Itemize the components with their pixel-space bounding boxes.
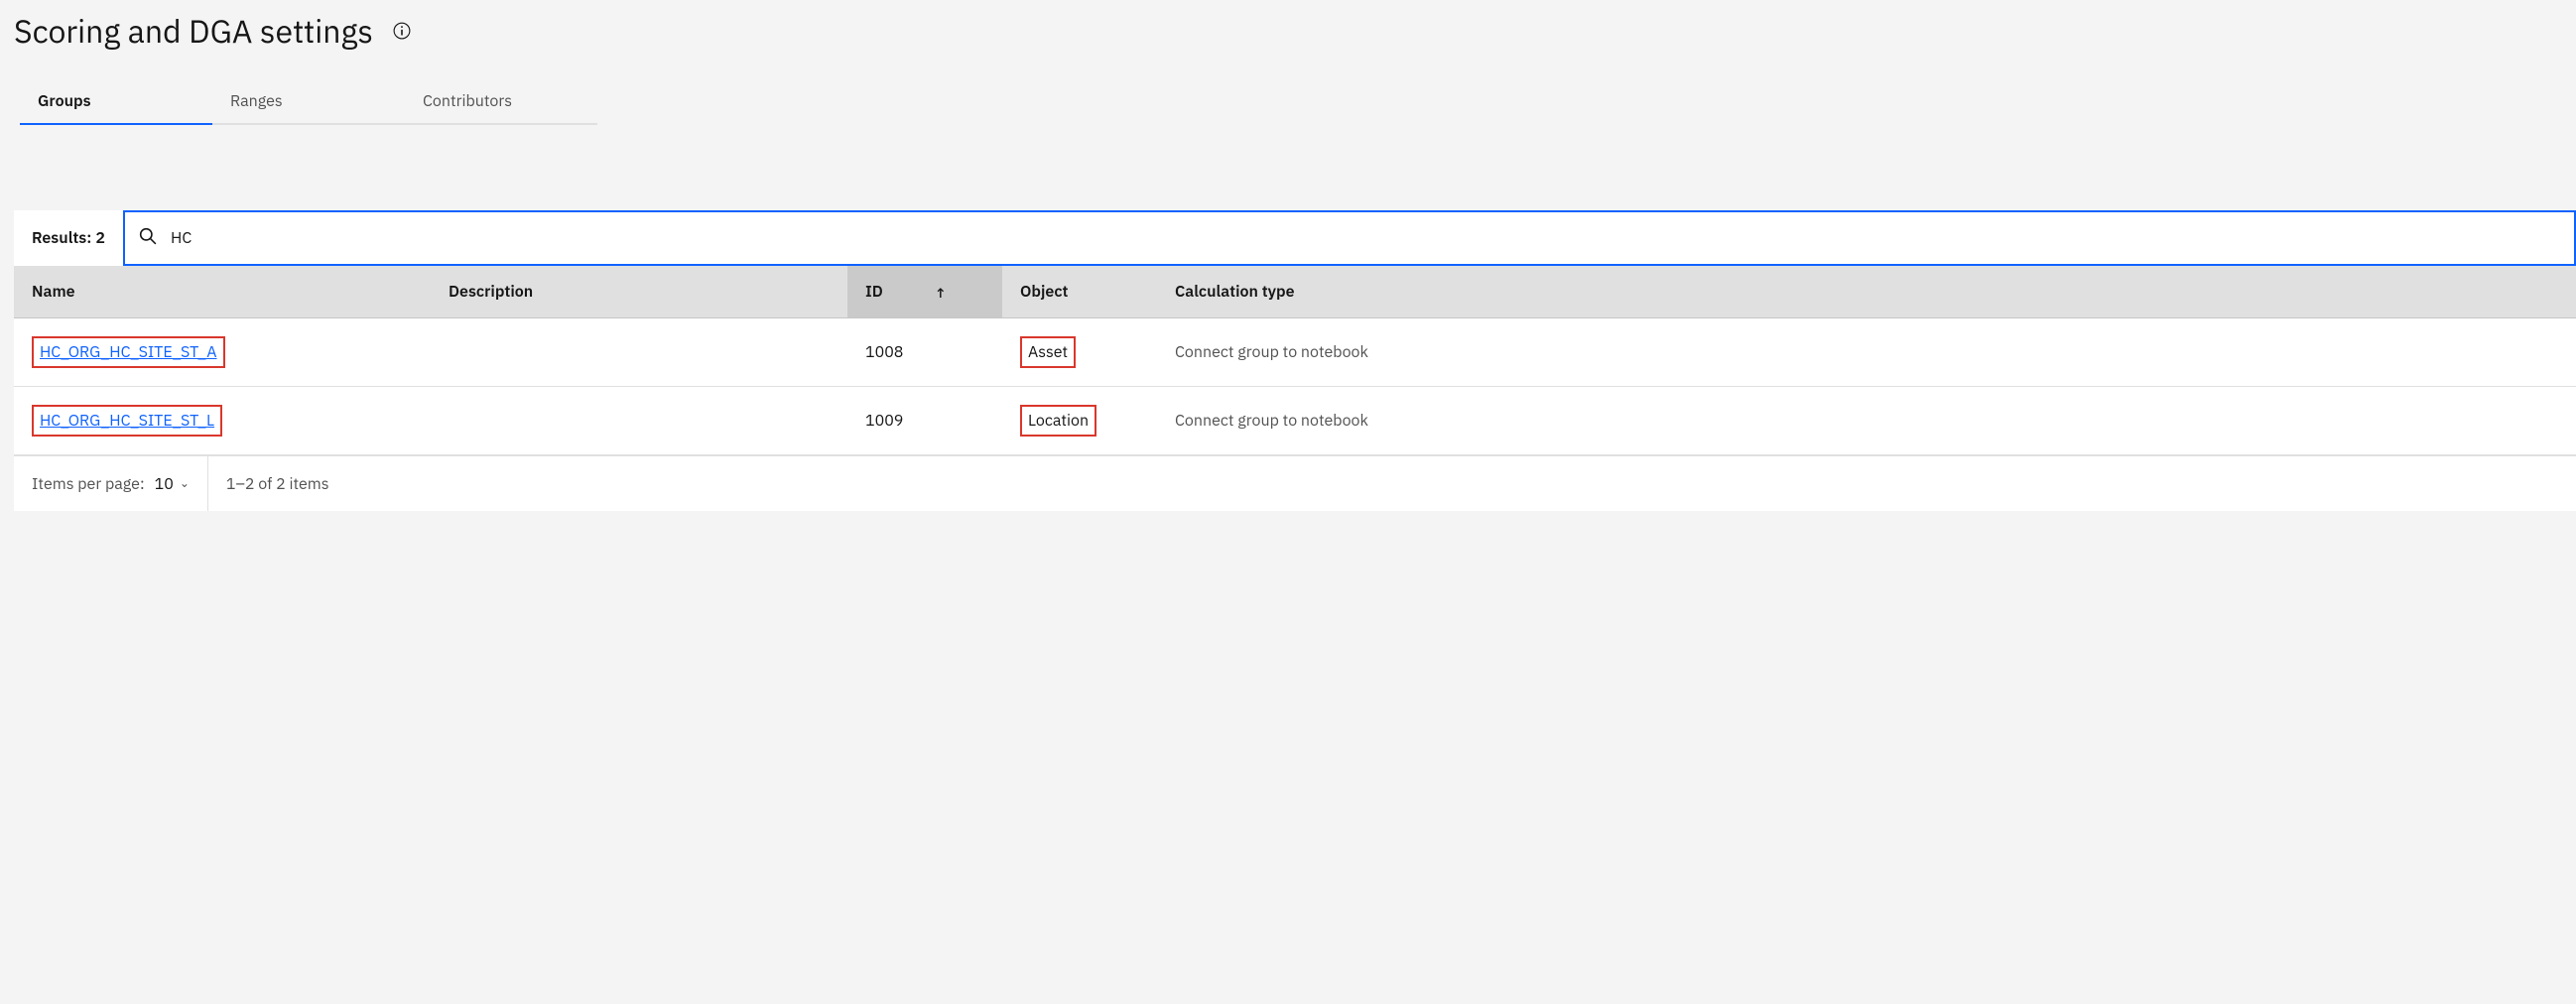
cell-id: 1009 bbox=[847, 387, 1002, 455]
page-title: Scoring and DGA settings bbox=[14, 10, 373, 52]
items-per-page-label: Items per page: bbox=[32, 474, 145, 494]
col-header-description[interactable]: Description bbox=[431, 266, 847, 318]
items-per-page-select[interactable]: 10 ⌄ bbox=[155, 474, 190, 494]
col-header-calc[interactable]: Calculation type bbox=[1157, 266, 2576, 318]
tab-ranges[interactable]: Ranges bbox=[212, 79, 405, 125]
cell-id: 1008 bbox=[847, 318, 1002, 387]
items-per-page-value: 10 bbox=[155, 474, 174, 494]
col-header-name[interactable]: Name bbox=[14, 266, 431, 318]
group-link[interactable]: HC_ORG_HC_SITE_ST_A bbox=[40, 342, 217, 362]
highlight-box: HC_ORG_HC_SITE_ST_L bbox=[32, 405, 222, 437]
col-header-id[interactable]: ID ↑ bbox=[847, 266, 1002, 318]
pagination: Items per page: 10 ⌄ 1–2 of 2 items bbox=[14, 455, 2576, 511]
groups-table: Name Description ID ↑ Object Calculation… bbox=[14, 266, 2576, 455]
cell-description bbox=[431, 318, 847, 387]
highlight-box: Asset bbox=[1020, 336, 1076, 368]
cell-object: Location bbox=[1002, 387, 1157, 455]
cell-calc: Connect group to notebook bbox=[1157, 318, 2576, 387]
results-count: Results: 2 bbox=[14, 210, 123, 266]
search-input[interactable] bbox=[171, 228, 2560, 248]
group-link[interactable]: HC_ORG_HC_SITE_ST_L bbox=[40, 411, 214, 431]
tabs: Groups Ranges Contributors bbox=[20, 79, 2576, 125]
table-row: HC_ORG_HC_SITE_ST_L 1009 Location Connec… bbox=[14, 387, 2576, 455]
search-icon bbox=[139, 227, 157, 249]
cell-object: Asset bbox=[1002, 318, 1157, 387]
chevron-down-icon: ⌄ bbox=[180, 476, 190, 491]
results-value: 2 bbox=[95, 228, 105, 248]
cell-description bbox=[431, 387, 847, 455]
table-row: HC_ORG_HC_SITE_ST_A 1008 Asset Connect g… bbox=[14, 318, 2576, 387]
info-icon[interactable] bbox=[393, 22, 411, 40]
tab-contributors[interactable]: Contributors bbox=[405, 79, 597, 125]
pagination-range: 1–2 of 2 items bbox=[208, 474, 347, 494]
tab-groups[interactable]: Groups bbox=[20, 79, 212, 125]
results-label: Results: bbox=[32, 228, 91, 248]
sort-ascending-icon: ↑ bbox=[935, 284, 947, 302]
highlight-box: Location bbox=[1020, 405, 1096, 437]
search-box[interactable] bbox=[123, 210, 2576, 266]
highlight-box: HC_ORG_HC_SITE_ST_A bbox=[32, 336, 225, 368]
cell-calc: Connect group to notebook bbox=[1157, 387, 2576, 455]
col-header-id-label: ID bbox=[865, 282, 883, 302]
col-header-object[interactable]: Object bbox=[1002, 266, 1157, 318]
